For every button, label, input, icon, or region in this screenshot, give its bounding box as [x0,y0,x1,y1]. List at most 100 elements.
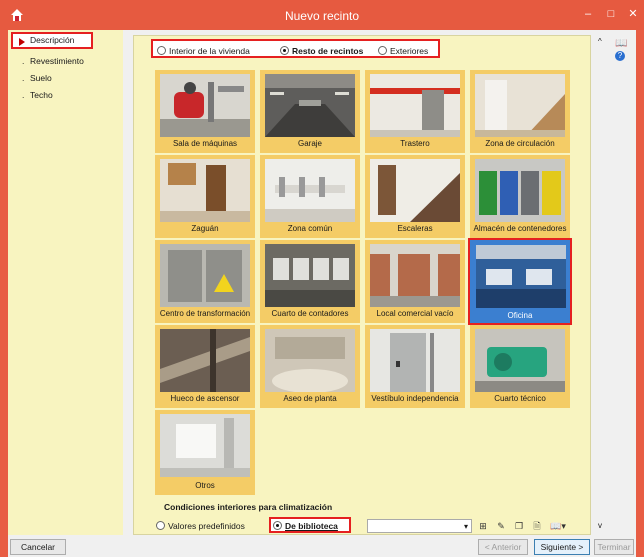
tile-oficina[interactable]: Oficina [468,238,572,325]
vertical-scrollbar[interactable]: ^ v [595,35,609,535]
window-title: Nuevo recinto [284,9,360,23]
copy-icon[interactable]: ❐ [512,519,526,533]
document-icon[interactable]: 🗎 [530,519,544,533]
next-button[interactable]: Siguiente > [534,539,590,555]
machine-room-image [160,74,250,137]
tile-zaguan[interactable]: Zaguán [155,155,255,238]
tile-zona-circulacion[interactable]: Zona de circulación [470,70,570,153]
tile-label: Sala de máquinas [172,139,238,148]
tile-centro-transformacion[interactable]: Centro de transformación [155,240,255,323]
sidebar-item-label: Techo [30,90,53,100]
radio-resto-recintos[interactable]: Resto de recintos [280,45,363,57]
tile-zona-comun[interactable]: Zona común [260,155,360,238]
tile-escaleras[interactable]: Escaleras [365,155,465,238]
dialog-window: Nuevo recinto – □ ✕ Descripción . Revesti… [0,0,644,557]
tile-label: Hueco de ascensor [170,394,240,403]
sidebar-item-label: Descripción [30,35,75,45]
tile-label: Cuarto de contadores [271,309,349,318]
radio-valores-predefinidos[interactable]: Valores predefinidos [156,520,245,532]
tile-label: Zona común [287,224,333,233]
entrance-hall-image [160,159,250,222]
cancel-button[interactable]: Cancelar [10,539,66,555]
radio-circle [280,46,289,56]
tile-sala-maquinas[interactable]: Sala de máquinas [155,70,255,153]
radio-label: Resto de recintos [292,46,364,56]
climate-options-row: Valores predefinidos De biblioteca ▾ ⊞ ✎… [134,517,592,535]
tile-label: Garaje [297,139,322,148]
tile-aseo-planta[interactable]: Aseo de planta [260,325,360,408]
technical-room-image [475,329,565,392]
scope-radio-group: Interior de la vivienda Resto de recinto… [151,39,440,58]
tile-local-comercial[interactable]: Local comercial vacío [365,240,465,323]
tile-label: Escaleras [397,224,433,233]
library-book-icon[interactable]: 📖▾ [548,519,568,533]
selected-arrow-icon [19,38,25,46]
tile-otros[interactable]: Otros [155,410,255,495]
help-icon[interactable]: ? [615,51,625,61]
dialog-body: Descripción . Revestimiento . Suelo . Techo… [8,30,636,557]
bullet-icon: . [22,90,25,100]
tile-garaje[interactable]: Garaje [260,70,360,153]
elevator-shaft-image [160,329,250,392]
scroll-up-icon[interactable]: ^ [598,37,602,46]
add-icon[interactable]: ⊞ [476,519,490,533]
help-icons: 📖 ? [615,38,633,61]
minimize-button[interactable]: – [578,4,598,24]
tile-label: Local comercial vacío [376,309,454,318]
main-panel: Interior de la vivienda Resto de recinto… [133,35,591,535]
corridor-image [475,74,565,137]
sidebar-item-techo[interactable]: . Techo [22,88,53,102]
radio-label: Exteriores [390,46,429,56]
climate-section-title: Condiciones interiores para climatizació… [164,502,333,512]
storage-room-image [370,74,460,137]
sidebar-item-suelo[interactable]: . Suelo [22,71,52,85]
tile-label: Zona de circulación [485,139,555,148]
tile-label: Trastero [400,139,430,148]
tile-label: Centro de transformación [159,309,251,318]
office-image [476,245,566,308]
radio-interior-vivienda[interactable]: Interior de la vivienda [157,45,250,57]
tile-label: Vestíbulo independencia [371,394,459,403]
maximize-button[interactable]: □ [601,4,621,24]
radio-exteriores[interactable]: Exteriores [378,45,428,57]
radio-label: Valores predefinidos [168,521,245,531]
bullet-icon: . [22,56,25,66]
common-area-image [265,159,355,222]
tile-label: Otros [195,481,215,490]
close-button[interactable]: ✕ [623,4,643,24]
sidebar-item-label: Suelo [30,73,52,83]
bullet-icon: . [22,73,25,83]
radio-label: De biblioteca [285,521,338,531]
tile-label: Zaguán [191,224,219,233]
empty-shop-image [370,244,460,307]
tile-vestibulo-independencia[interactable]: Vestíbulo independencia [365,325,465,408]
previous-button[interactable]: < Anterior [478,539,528,555]
manual-book-icon[interactable]: 📖 [615,38,633,49]
finish-button[interactable]: Terminar [594,539,634,555]
tile-hueco-ascensor[interactable]: Hueco de ascensor [155,325,255,408]
tile-label: Oficina [507,311,533,320]
edit-icon[interactable]: ✎ [494,519,508,533]
tile-cuarto-contadores[interactable]: Cuarto de contadores [260,240,360,323]
tile-label: Cuarto técnico [494,394,546,403]
scroll-down-icon[interactable]: v [598,521,602,530]
stairs-image [370,159,460,222]
footer-bar: Cancelar < Anterior Siguiente > Terminar [8,539,636,557]
lobby-door-image [370,329,460,392]
radio-circle [378,46,387,56]
restroom-image [265,329,355,392]
radio-de-biblioteca[interactable]: De biblioteca [269,517,351,533]
radio-circle [156,521,165,531]
radio-circle [273,521,282,531]
title-bar[interactable]: Nuevo recinto – □ ✕ [0,0,644,30]
tile-cuarto-tecnico[interactable]: Cuarto técnico [470,325,570,408]
sidebar: Descripción . Revestimiento . Suelo . Techo [8,30,123,535]
library-combo-box[interactable]: ▾ [367,519,472,533]
tile-label: Almacén de contenedores [473,224,567,233]
tile-almacen-contenedores[interactable]: Almacén de contenedores [470,155,570,238]
sidebar-item-label: Revestimiento [30,56,84,66]
tile-trastero[interactable]: Trastero [365,70,465,153]
sidebar-item-descripcion[interactable]: Descripción [11,32,93,49]
sidebar-item-revestimiento[interactable]: . Revestimiento [22,54,84,68]
bins-image [475,159,565,222]
